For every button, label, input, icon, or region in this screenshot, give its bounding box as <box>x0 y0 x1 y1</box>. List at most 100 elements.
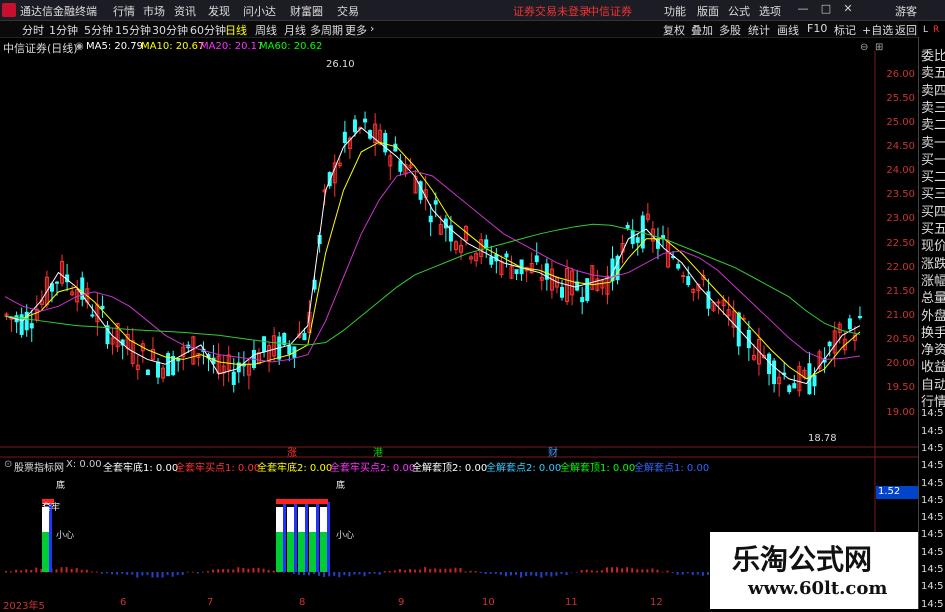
add-watchlist-button[interactable]: +自选 <box>862 22 893 38</box>
minimize-icon[interactable]: — <box>795 2 811 16</box>
draw-line-button[interactable]: 画线 <box>777 22 799 38</box>
quote-field[interactable]: 买二 <box>921 166 945 185</box>
quote-field[interactable]: 14:5 <box>921 408 943 419</box>
restore-right-button[interactable]: 复权 <box>663 22 685 38</box>
macd-bar <box>383 571 386 573</box>
period-timeshare[interactable]: 分时 <box>22 22 44 38</box>
period-more[interactable]: 更多 <box>345 22 367 38</box>
quote-field[interactable]: 14:5 <box>921 478 943 489</box>
menu-trade[interactable]: 交易 <box>337 3 359 19</box>
multi-stock-button[interactable]: 多股 <box>719 22 741 38</box>
quote-field[interactable]: 总量 <box>921 287 945 306</box>
quote-field[interactable]: 卖一 <box>921 132 945 151</box>
quote-field[interactable]: 14:5 <box>921 529 943 540</box>
macd-bar <box>171 572 174 577</box>
event-marker-finance[interactable]: 财 <box>548 444 558 459</box>
quote-field[interactable]: 买四 <box>921 201 945 220</box>
event-marker-rise[interactable]: 涨 <box>287 444 297 459</box>
sidebar-tab[interactable]: R <box>933 25 939 35</box>
quote-field[interactable]: 卖四 <box>921 80 945 99</box>
quote-field[interactable]: 买一 <box>921 149 945 168</box>
quote-field[interactable]: 买三 <box>921 183 945 202</box>
macd-bar <box>328 572 331 577</box>
quote-field[interactable]: 外盘 <box>921 305 945 324</box>
quote-field[interactable]: 14:5 <box>921 443 943 454</box>
chevron-right-icon[interactable]: › <box>370 22 374 35</box>
price-tick: 20.00 <box>886 358 915 370</box>
indicator-name[interactable]: 股票指标网 <box>14 459 64 474</box>
period-5min[interactable]: 5分钟 <box>84 22 113 38</box>
period-60min[interactable]: 60分钟 <box>190 22 226 38</box>
candle-body <box>635 237 640 243</box>
quote-field[interactable]: 14:5 <box>921 460 943 471</box>
maximize-icon[interactable]: □ <box>818 2 834 16</box>
sidebar-tab[interactable]: L <box>923 25 928 35</box>
quote-field[interactable]: 委比 <box>921 45 945 64</box>
overlay-button[interactable]: 叠加 <box>691 22 713 38</box>
quote-field[interactable]: 14:5 <box>921 581 943 592</box>
quote-field[interactable]: 买五 <box>921 218 945 237</box>
candle-body <box>262 336 267 353</box>
quote-field[interactable]: 涨跌 <box>921 253 945 272</box>
price-tick: 26.00 <box>886 68 915 80</box>
macd-bar <box>131 572 134 575</box>
quote-field[interactable]: 卖二 <box>921 114 945 133</box>
guest-label[interactable]: 游客 <box>895 3 917 19</box>
menu-options[interactable]: 选项 <box>759 3 781 19</box>
menu-discover[interactable]: 发现 <box>208 3 230 19</box>
macd-bar <box>262 568 265 573</box>
quote-field[interactable]: 卖五 <box>921 62 945 81</box>
macd-bar <box>560 572 563 574</box>
quote-field[interactable]: 14:5 <box>921 512 943 523</box>
macd-bar <box>605 567 608 573</box>
candle-body <box>504 253 509 258</box>
quote-field[interactable]: 14:5 <box>921 564 943 575</box>
price-tick: 22.00 <box>886 261 915 273</box>
quote-field[interactable]: 自动 <box>921 374 945 393</box>
menu-quotes[interactable]: 行情 <box>113 3 135 19</box>
quote-field[interactable]: 涨幅 <box>921 270 945 289</box>
menu-market[interactable]: 市场 <box>143 3 165 19</box>
quote-field[interactable]: 14:5 <box>921 547 943 558</box>
quote-field[interactable]: 行情 <box>921 391 945 410</box>
period-daily[interactable]: 日线 <box>225 22 247 38</box>
period-monthly[interactable]: 月线 <box>284 22 306 38</box>
menu-function[interactable]: 功能 <box>664 3 686 19</box>
candle-body <box>383 132 388 153</box>
period-weekly[interactable]: 周线 <box>255 22 277 38</box>
menu-assistant[interactable]: 问小达 <box>243 3 276 19</box>
indicator-settings-icon[interactable]: ⊙ <box>4 459 12 470</box>
period-30min[interactable]: 30分钟 <box>152 22 188 38</box>
login-status[interactable]: 证券交易未登录 <box>513 3 590 19</box>
quote-field[interactable]: 现价 <box>921 235 945 254</box>
mark-button[interactable]: 标记 <box>834 22 856 38</box>
quote-field[interactable]: 14:5 <box>921 426 943 437</box>
kline-chart[interactable] <box>0 37 918 597</box>
candle-body <box>433 200 438 205</box>
menu-wealth-circle[interactable]: 财富圈 <box>290 3 323 19</box>
period-multi[interactable]: 多周期 <box>310 22 343 38</box>
event-marker-hk[interactable]: 港 <box>373 444 383 459</box>
quote-field[interactable]: 卖三 <box>921 97 945 116</box>
period-15min[interactable]: 15分钟 <box>115 22 151 38</box>
macd-bar <box>681 572 684 575</box>
signal-bar <box>327 502 330 572</box>
quote-field[interactable]: 净资 <box>921 339 945 358</box>
f10-button[interactable]: F10 <box>807 22 827 35</box>
period-1min[interactable]: 1分钟 <box>49 22 78 38</box>
menu-layout[interactable]: 版面 <box>697 3 719 19</box>
macd-bar <box>136 572 139 578</box>
broker-name[interactable]: 中信证券 <box>588 3 632 19</box>
close-icon[interactable]: ✕ <box>840 2 856 16</box>
menu-bar: 通达信金融终端 行情 市场 资讯 发现 问小达 财富圈 交易 证券交易未登录 中… <box>0 0 945 21</box>
statistics-button[interactable]: 统计 <box>748 22 770 38</box>
candlesticks <box>4 111 862 397</box>
macd-bar <box>398 569 401 573</box>
quote-field[interactable]: 换手 <box>921 322 945 341</box>
quote-field[interactable]: 14:5 <box>921 495 943 506</box>
quote-field[interactable]: 14:5 <box>921 599 943 610</box>
menu-news[interactable]: 资讯 <box>174 3 196 19</box>
menu-formula[interactable]: 公式 <box>728 3 750 19</box>
back-button[interactable]: 返回 <box>895 22 917 38</box>
quote-field[interactable]: 收益 <box>921 356 945 375</box>
